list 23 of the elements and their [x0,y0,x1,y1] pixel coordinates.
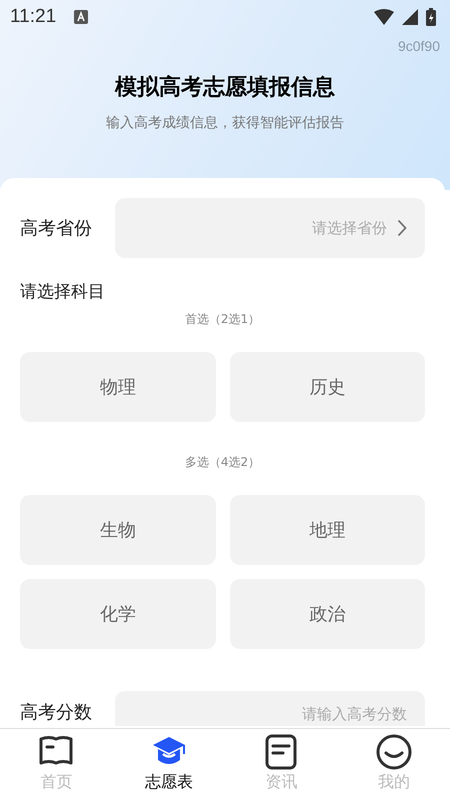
smile-icon [376,734,412,770]
note-icon [263,734,300,770]
tab[interactable]: 志愿表 [112,729,225,800]
keyboard-icon [74,10,88,24]
subject-option[interactable]: 地理 [230,495,425,565]
group-caption: 首选（2选1） [184,311,262,328]
subject-option[interactable]: 生物 [20,495,216,565]
subject-option[interactable]: 化学 [20,579,216,649]
group-caption: 多选（4选2） [184,454,262,471]
field-label: 高考省份 [20,217,93,240]
status-time: 11:21 [10,6,56,28]
field-label: 高考分数 [20,701,93,725]
subject-option[interactable]: 物理 [20,352,216,422]
subject-option[interactable]: 政治 [230,579,425,649]
version-code: 9c0f90 [398,37,440,56]
page-subtitle: 输入高考成绩信息，获得智能评估报告 [106,114,344,132]
chevron-right-icon [397,219,407,237]
page-title: 模拟高考志愿填报信息 [115,74,335,102]
subject-option[interactable]: 历史 [230,352,425,422]
wifi-icon [374,9,394,25]
section-label: 请选择科目 [20,281,106,303]
battery-icon [426,8,436,26]
signal-icon [402,9,418,25]
